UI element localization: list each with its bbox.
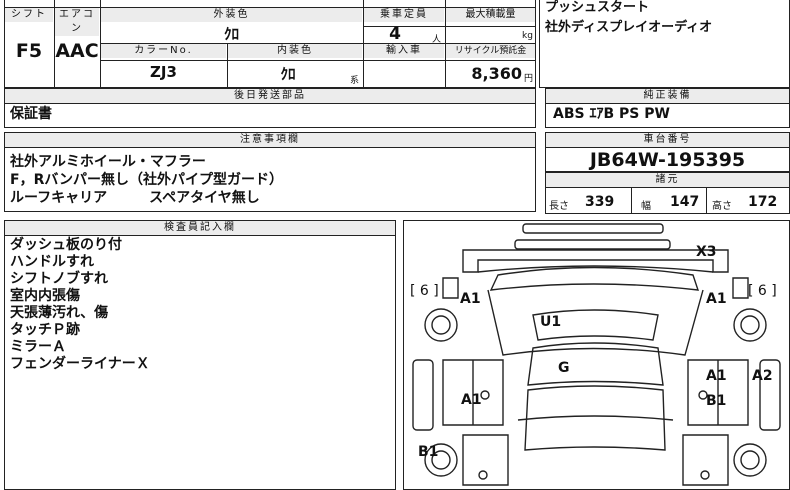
genuine-equipment-value: ABS ｴｱB PS PW (553, 106, 670, 122)
width-label: 幅 (641, 201, 651, 212)
mark-a1-mid-right: A1 (706, 368, 727, 384)
inspector-line: ダッシュ板のり付 (10, 237, 122, 253)
capacity-label: 乗車定員 (364, 8, 444, 22)
genuine-equipment-header: 純正装備 (546, 89, 789, 104)
recycle-label: リサイクル預託金 (446, 44, 535, 58)
equipment-note: 社外ディスプレイオーディオ (545, 20, 713, 35)
caution-line: F，Rバンパー無し（社外パイプ型ガード） (10, 172, 284, 188)
mark-a1-front-left: A1 (460, 291, 481, 307)
ext-color-label: 外装色 (101, 8, 362, 22)
later-parts-item: 保証書 (10, 106, 52, 122)
height-label: 高さ (712, 201, 732, 212)
capacity-value: 4 (389, 24, 401, 44)
inspector-line: 室内内張傷 (10, 288, 80, 304)
equipment-note: プッシュスタート (545, 0, 650, 15)
mark-u1: U1 (540, 314, 562, 330)
recycle-unit: 円 (524, 74, 534, 84)
aircon-label: エアコン (55, 8, 99, 36)
max-load-unit: kg (522, 31, 533, 41)
caution-line: 社外アルミホイール・マフラー (10, 154, 206, 170)
color-no-value: ZJ3 (150, 63, 177, 81)
width-value: 147 (670, 194, 700, 210)
int-color-label: 内装色 (228, 44, 362, 58)
import-label: 輸入車 (364, 44, 444, 58)
height-value: 172 (748, 194, 778, 210)
shift-label: シフト (5, 8, 53, 22)
shift-value: F5 (15, 40, 43, 62)
specs-header: 諸元 (546, 173, 789, 188)
mark-a1-front-right: A1 (706, 291, 727, 307)
caution-line: ルーフキャリア スペアタイヤ無し (10, 190, 260, 206)
aircon-value: AAC (55, 40, 99, 62)
car-diagram-outline (412, 223, 781, 486)
length-label: 長さ (549, 201, 569, 212)
mark-g: G (558, 360, 570, 376)
inspector-line: ハンドルすれ (10, 254, 94, 270)
max-load-label: 最大積載量 (446, 8, 535, 22)
length-value: 339 (585, 194, 615, 210)
int-color-value: ｸﾛ (280, 65, 296, 83)
color-no-label: カラーNo. (101, 44, 226, 58)
mark-six-right: [ 6 ] (748, 283, 777, 299)
chassis-value: JB64W-195395 (589, 149, 746, 171)
recycle-value: 8,360 (471, 64, 522, 83)
later-parts-header: 後日発送部品 (5, 89, 535, 104)
inspector-line: 天張薄汚れ、傷 (10, 305, 109, 321)
mark-a2: A2 (752, 368, 773, 384)
inspector-line: シフトノブすれ (10, 271, 108, 287)
int-color-suffix: 系 (350, 76, 360, 86)
inspector-line: フェンダーライナーＸ (10, 356, 150, 372)
mark-b1-left: B1 (418, 444, 439, 460)
ext-color-value: ｸﾛ (223, 25, 239, 43)
inspector-header: 検査員記入欄 (5, 221, 395, 236)
caution-header: 注意事項欄 (5, 133, 535, 148)
mark-six-left: [ 6 ] (410, 283, 439, 299)
inspector-line: ミラーＡ (10, 339, 66, 355)
mark-b1-right: B1 (706, 393, 727, 409)
inspector-line: タッチＰ跡 (10, 322, 80, 338)
mark-x3: X3 (696, 244, 717, 260)
mark-a1-mid-left: A1 (461, 392, 482, 408)
chassis-header: 車台番号 (546, 133, 789, 148)
